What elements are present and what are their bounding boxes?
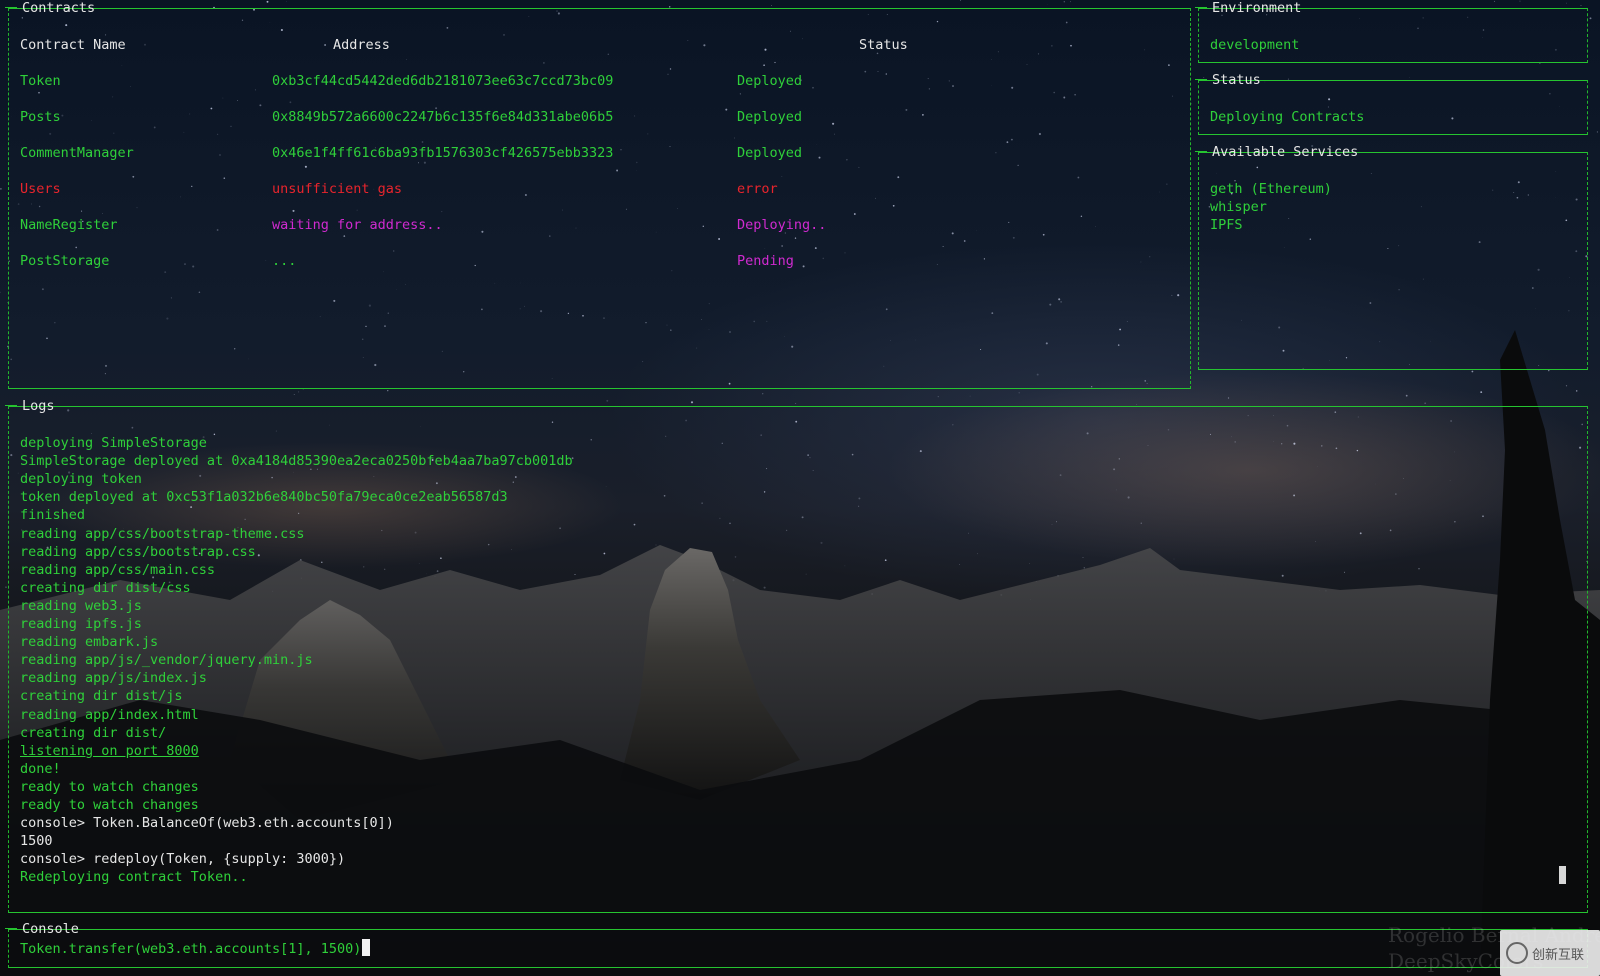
contract-address: 0x8849b572a6600c2247b6c135f6e84d331abe06… <box>272 109 614 125</box>
contract-name: Posts <box>20 109 61 125</box>
log-line: reading app/js/index.js <box>20 670 207 687</box>
watermark-logo-icon <box>1506 942 1528 964</box>
log-line[interactable]: listening on port 8000 <box>20 742 199 760</box>
log-line: SimpleStorage deployed at 0xa4184d85390e… <box>20 453 573 470</box>
status-panel-title: Status <box>1195 72 1264 88</box>
console-input-text: Token.transfer(web3.eth.accounts[1], 150… <box>20 941 362 957</box>
text-cursor <box>362 939 371 956</box>
contract-status: Deployed <box>737 73 803 89</box>
log-line: reading web3.js <box>20 597 142 614</box>
log-line: reading app/css/main.css <box>20 561 216 578</box>
log-line: 1500 <box>20 833 53 850</box>
logs-scrollbar-thumb[interactable] <box>1559 866 1566 884</box>
log-line: ready to watch changes <box>20 778 199 795</box>
environment-value: development <box>1210 37 1300 53</box>
contract-address: unsufficient gas <box>272 181 403 197</box>
log-line: done! <box>20 760 61 777</box>
contract-status: Deployed <box>737 145 803 161</box>
service-item: geth (Ethereum) <box>1210 181 1332 197</box>
log-line: reading ipfs.js <box>20 616 142 632</box>
environment-panel: Environment development <box>1194 0 1588 63</box>
status-value: Deploying Contracts <box>1210 109 1365 125</box>
log-line: Redeploying contract Token.. <box>20 869 248 886</box>
contracts-panel: Contracts Contract Name Address Status T… <box>4 0 1191 389</box>
column-header-status: Status <box>859 37 908 53</box>
log-line: reading embark.js <box>20 634 159 651</box>
environment-panel-title: Environment <box>1194 0 1304 16</box>
site-watermark: 创新互联 <box>1500 930 1600 976</box>
console-input[interactable]: Token.transfer(web3.eth.accounts[1], 150… <box>20 939 371 958</box>
contract-name: PostStorage <box>20 253 110 269</box>
service-item: whisper <box>1210 199 1267 215</box>
contract-address: ... <box>272 253 297 269</box>
logs-panel[interactable]: Logs deploying SimpleStorage SimpleStorag… <box>5 398 1588 913</box>
services-panel: Available Services geth (Ethereum) whisp… <box>1194 144 1588 370</box>
log-line: token deployed at 0xc53f1a032b6e840bc50f… <box>20 489 508 506</box>
log-line: ready to watch changes <box>20 797 199 813</box>
log-line: finished <box>20 507 86 524</box>
contract-status: Deployed <box>737 109 803 125</box>
log-line: deploying token <box>20 471 142 488</box>
logs-panel-title: Logs <box>5 398 58 414</box>
log-line: reading app/css/bootstrap.css <box>20 543 256 560</box>
services-panel-title: Available Services <box>1194 144 1361 160</box>
contract-address: waiting for address.. <box>272 217 443 233</box>
contract-name: Users <box>20 181 61 197</box>
contract-address: 0xb3cf44cd5442ded6db2181073ee63c7ccd73bc… <box>272 73 614 89</box>
log-line: console> Token.BalanceOf(web3.eth.accoun… <box>20 815 394 832</box>
watermark-label: 创新互联 <box>1532 947 1585 963</box>
column-header-contract-name: Contract Name <box>20 37 126 53</box>
console-panel: Console Token.transfer(web3.eth.accounts… <box>5 921 1588 968</box>
contract-name: NameRegister <box>20 217 118 233</box>
log-line: reading app/index.html <box>20 706 199 723</box>
column-header-address: Address <box>333 37 390 53</box>
log-line: creating dir dist/ <box>20 724 167 741</box>
log-line: deploying SimpleStorage <box>20 435 207 451</box>
contract-status: Pending <box>737 253 794 269</box>
contracts-panel-title: Contracts <box>4 0 98 16</box>
service-item: IPFS <box>1210 217 1243 233</box>
log-line: creating dir dist/css <box>20 579 191 596</box>
log-line: reading app/js/_vendor/jquery.min.js <box>20 652 313 669</box>
contract-name: CommentManager <box>20 145 134 161</box>
status-panel: Status Deploying Contracts <box>1195 72 1588 135</box>
log-line: creating dir dist/js <box>20 688 183 705</box>
log-line: console> redeploy(Token, {supply: 3000}) <box>20 851 346 868</box>
log-line: reading app/css/bootstrap-theme.css <box>20 525 305 542</box>
console-panel-title: Console <box>5 921 82 937</box>
contract-name: Token <box>20 73 61 89</box>
contract-address: 0x46e1f4ff61c6ba93fb1576303cf426575ebb33… <box>272 145 614 161</box>
contract-status: Deploying.. <box>737 217 827 233</box>
contract-status: error <box>737 181 778 197</box>
